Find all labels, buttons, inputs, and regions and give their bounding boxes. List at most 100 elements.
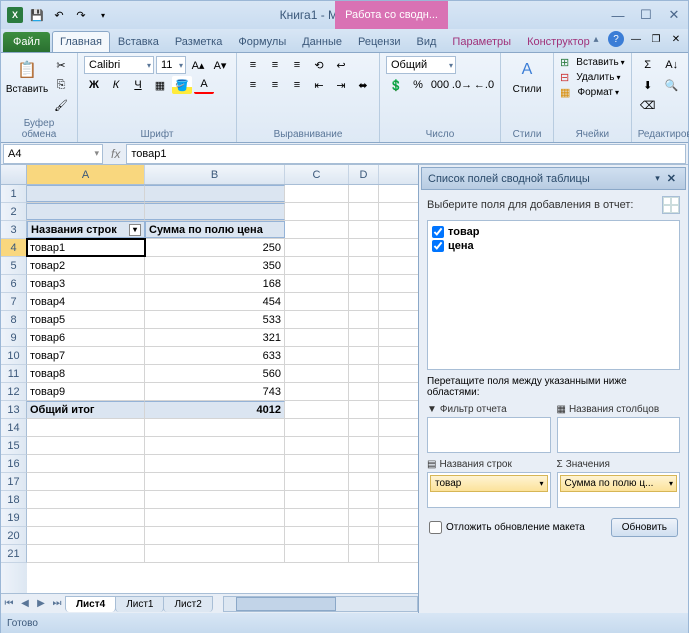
border-icon[interactable]: ▦	[150, 76, 170, 94]
row-header[interactable]: 5	[1, 257, 27, 275]
row-header[interactable]: 19	[1, 509, 27, 527]
save-icon[interactable]: 💾	[27, 5, 47, 25]
cell[interactable]	[145, 491, 285, 508]
update-button[interactable]: Обновить	[611, 518, 678, 537]
cell[interactable]	[145, 473, 285, 490]
cell[interactable]: товар2	[27, 257, 145, 274]
tab-layout[interactable]: Разметка	[167, 31, 231, 52]
row-header[interactable]: 2	[1, 203, 27, 221]
clear-icon[interactable]: ⌫	[638, 96, 658, 114]
currency-icon[interactable]: 💲	[386, 76, 406, 94]
cell[interactable]	[349, 527, 379, 544]
cell[interactable]	[349, 365, 379, 382]
redo-icon[interactable]: ↷	[71, 5, 91, 25]
styles-button[interactable]: A Стили	[507, 56, 547, 97]
increase-decimal-icon[interactable]: .0→	[452, 76, 472, 94]
cell[interactable]	[285, 185, 349, 202]
cell[interactable]: товар6	[27, 329, 145, 346]
row-header[interactable]: 15	[1, 437, 27, 455]
cell[interactable]: Общий итог	[27, 401, 145, 418]
comma-icon[interactable]: 000	[430, 76, 450, 94]
formula-input[interactable]: товар1	[126, 144, 686, 164]
format-cells-button[interactable]: Формат	[577, 87, 613, 98]
row-field-pill[interactable]: товар	[430, 475, 548, 492]
area-rows-drop[interactable]: товар	[427, 472, 551, 508]
row-header[interactable]: 14	[1, 419, 27, 437]
row-header[interactable]: 20	[1, 527, 27, 545]
cell[interactable]	[27, 527, 145, 544]
cell[interactable]	[285, 329, 349, 346]
cell[interactable]	[285, 527, 349, 544]
insert-cells-button[interactable]: Вставить	[576, 57, 618, 68]
qat-dropdown-icon[interactable]: ▾	[93, 5, 113, 25]
field-item[interactable]: цена	[432, 239, 675, 253]
column-header[interactable]: D	[349, 165, 379, 184]
sheet-tab-active[interactable]: Лист4	[65, 596, 116, 612]
cell[interactable]	[27, 419, 145, 436]
format-painter-icon[interactable]: 🖌	[51, 96, 71, 114]
row-header[interactable]: 1	[1, 185, 27, 203]
cell[interactable]	[27, 185, 145, 202]
cell[interactable]	[285, 401, 349, 418]
column-header[interactable]: C	[285, 165, 349, 184]
minimize-button[interactable]: —	[604, 5, 632, 25]
defer-checkbox[interactable]	[429, 521, 442, 534]
cell[interactable]: Названия строк▾	[27, 221, 145, 238]
row-header[interactable]: 4	[1, 239, 27, 257]
cell[interactable]	[285, 383, 349, 400]
row-header[interactable]: 6	[1, 275, 27, 293]
select-all-corner[interactable]	[1, 165, 27, 184]
minimize-ribbon-icon[interactable]: ▴	[588, 31, 604, 47]
cell[interactable]: 250	[145, 239, 285, 256]
cell[interactable]	[285, 311, 349, 328]
cell[interactable]: 350	[145, 257, 285, 274]
cell[interactable]	[145, 419, 285, 436]
cell[interactable]: товар5	[27, 311, 145, 328]
cell[interactable]	[349, 221, 379, 238]
cell[interactable]	[285, 293, 349, 310]
excel-icon[interactable]: X	[5, 5, 25, 25]
doc-close-icon[interactable]: ✕	[668, 31, 684, 47]
cell[interactable]	[285, 509, 349, 526]
cell[interactable]	[349, 545, 379, 562]
cell[interactable]	[349, 203, 379, 220]
align-bottom-icon[interactable]: ≡	[287, 56, 307, 74]
cell[interactable]	[349, 329, 379, 346]
field-checkbox[interactable]	[432, 226, 444, 238]
value-field-pill[interactable]: Сумма по полю ц...	[560, 475, 678, 492]
cell[interactable]	[285, 365, 349, 382]
shrink-font-icon[interactable]: A▾	[210, 56, 230, 74]
font-size-combo[interactable]: 11	[156, 56, 186, 74]
tab-design[interactable]: Конструктор	[519, 31, 598, 52]
fill-color-icon[interactable]: 🪣	[172, 76, 192, 94]
grow-font-icon[interactable]: A▴	[188, 56, 208, 74]
row-header[interactable]: 7	[1, 293, 27, 311]
sheet-tab[interactable]: Лист2	[163, 596, 212, 612]
cell[interactable]: 743	[145, 383, 285, 400]
orientation-icon[interactable]: ⟲	[309, 56, 329, 74]
fill-icon[interactable]: ⬇	[638, 76, 658, 94]
cell[interactable]	[349, 275, 379, 292]
cell[interactable]	[349, 419, 379, 436]
paste-button[interactable]: 📋 Вставить	[7, 56, 47, 97]
cell[interactable]	[145, 437, 285, 454]
cell[interactable]	[27, 545, 145, 562]
decrease-indent-icon[interactable]: ⇤	[309, 76, 329, 94]
row-header[interactable]: 9	[1, 329, 27, 347]
cell[interactable]	[145, 455, 285, 472]
name-box[interactable]: A4	[3, 144, 103, 164]
align-top-icon[interactable]: ≡	[243, 56, 263, 74]
row-header[interactable]: 10	[1, 347, 27, 365]
area-columns-drop[interactable]	[557, 417, 681, 453]
cell[interactable]	[145, 527, 285, 544]
sheet-first-icon[interactable]: ⏮	[1, 598, 17, 609]
find-icon[interactable]: 🔍	[660, 76, 684, 94]
cut-icon[interactable]: ✂	[51, 56, 71, 74]
cell[interactable]: товар7	[27, 347, 145, 364]
italic-button[interactable]: К	[106, 76, 126, 94]
close-button[interactable]: ✕	[660, 5, 688, 25]
field-checkbox[interactable]	[432, 240, 444, 252]
cell[interactable]: 168	[145, 275, 285, 292]
cell[interactable]	[285, 419, 349, 436]
cell[interactable]: товар8	[27, 365, 145, 382]
